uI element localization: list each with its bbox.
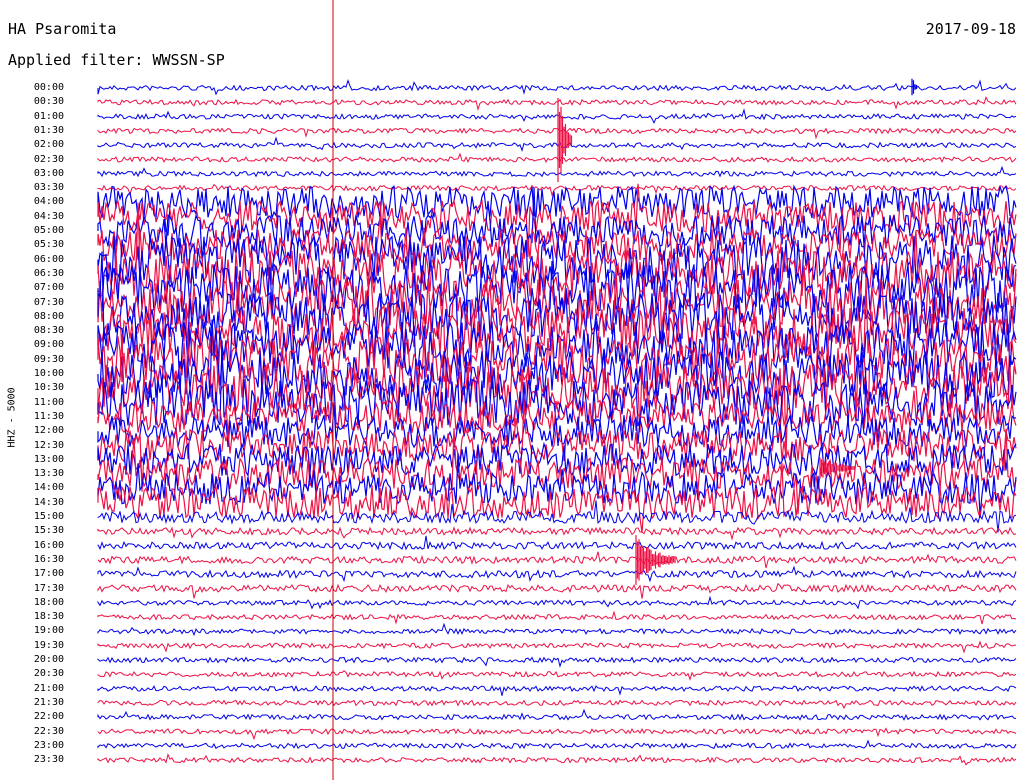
trace-row — [97, 656, 1017, 668]
trace-row — [97, 79, 1017, 96]
trace-row — [97, 526, 1017, 541]
trace-row — [97, 595, 1017, 610]
trace-row — [97, 610, 1017, 625]
trace-row — [97, 183, 1017, 197]
trace-row — [97, 640, 1017, 654]
trace-row — [97, 551, 1017, 569]
trace-row — [97, 670, 1017, 681]
trace-row — [97, 739, 1017, 750]
trace-row — [97, 535, 1017, 551]
trace-row — [97, 136, 1017, 153]
trace-row — [97, 753, 1017, 766]
trace-row — [97, 708, 1017, 721]
trace-row — [97, 699, 1017, 710]
trace-row — [97, 127, 1017, 140]
seismogram-plot — [97, 0, 1017, 780]
trace-row — [97, 108, 1017, 124]
event-burst — [635, 535, 676, 585]
trace-row — [97, 582, 1017, 599]
trace-row — [97, 95, 1017, 112]
trace-row — [97, 152, 1017, 164]
trace-row — [97, 727, 1017, 741]
trace-row — [97, 565, 1017, 583]
trace-row — [97, 685, 1017, 696]
trace-row — [97, 165, 1017, 178]
event-burst — [557, 97, 573, 183]
trace-row — [97, 622, 1017, 637]
